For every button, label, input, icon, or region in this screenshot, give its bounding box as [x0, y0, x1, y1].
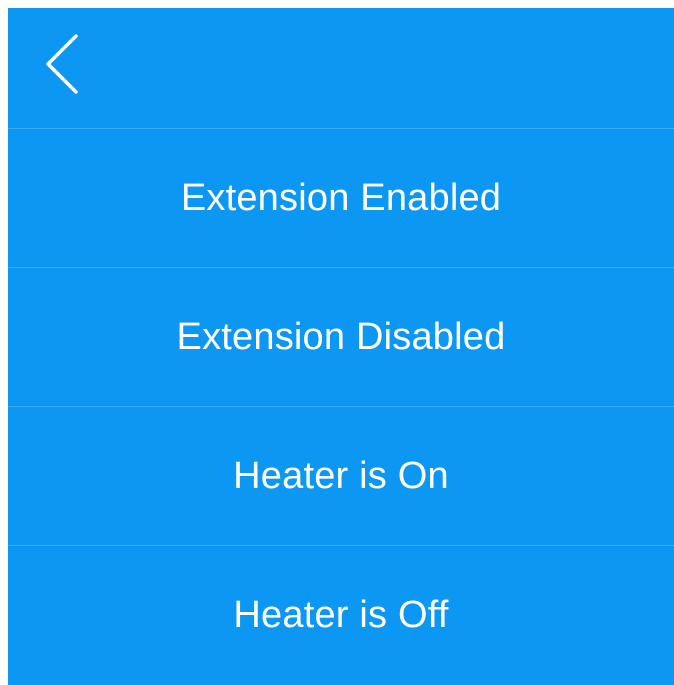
back-button[interactable] [30, 28, 90, 98]
option-list: Extension Enabled Extension Disabled Hea… [8, 129, 674, 684]
option-extension-enabled[interactable]: Extension Enabled [8, 129, 674, 268]
option-heater-off[interactable]: Heater is Off [8, 546, 674, 684]
option-label: Extension Disabled [176, 315, 506, 358]
chevron-left-icon [46, 34, 78, 94]
option-label: Heater is On [233, 454, 449, 497]
option-heater-on[interactable]: Heater is On [8, 407, 674, 546]
option-extension-disabled[interactable]: Extension Disabled [8, 268, 674, 407]
settings-screen: Extension Enabled Extension Disabled Hea… [8, 8, 674, 685]
option-label: Heater is Off [233, 593, 449, 636]
option-label: Extension Enabled [180, 176, 502, 219]
header-bar [8, 8, 674, 129]
